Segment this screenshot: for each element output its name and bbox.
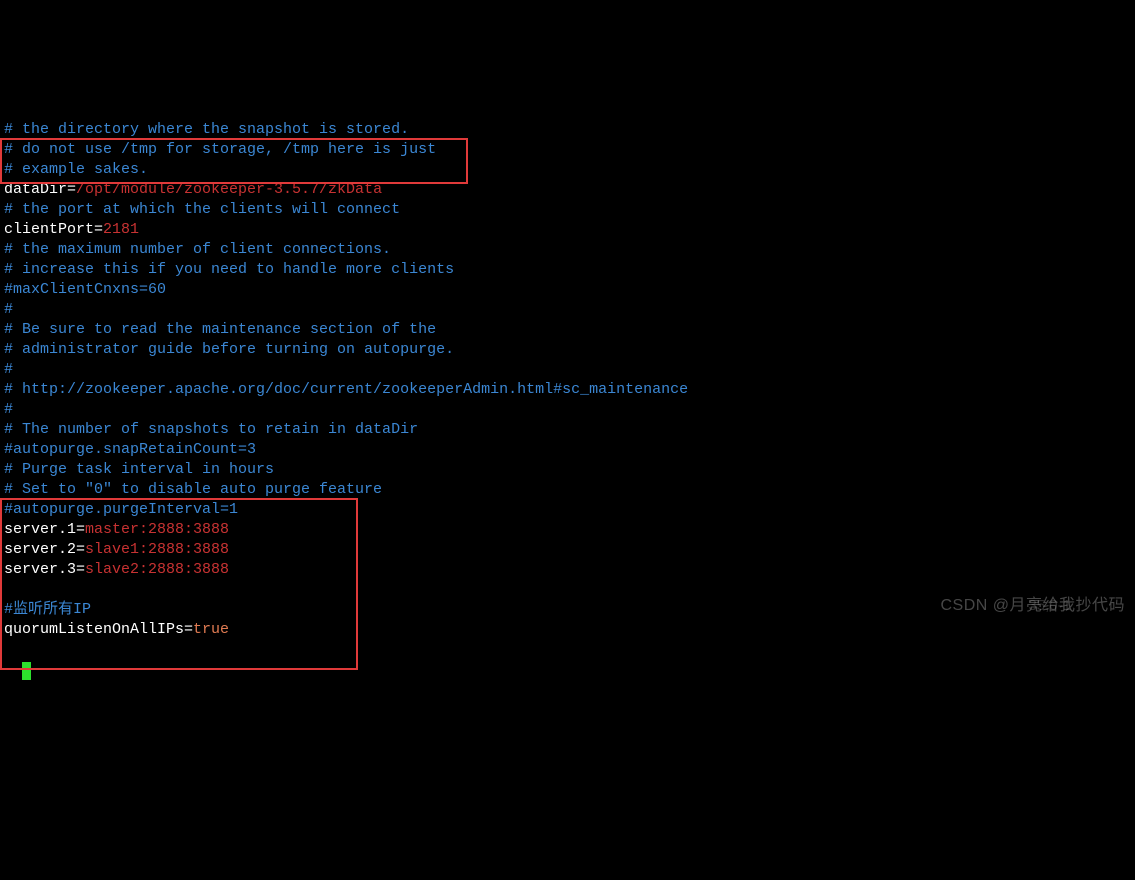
code-segment: slave2:2888:3888: [85, 561, 229, 578]
code-line: # the maximum number of client connectio…: [0, 240, 1135, 260]
code-segment: #maxClientCnxns=60: [4, 281, 166, 298]
code-segment: # example sakes.: [4, 161, 148, 178]
code-segment: #autopurge.purgeInterval=1: [4, 501, 238, 518]
code-segment: server.1=: [4, 521, 85, 538]
code-line: # The number of snapshots to retain in d…: [0, 420, 1135, 440]
code-segment: slave1:2888:3888: [85, 541, 229, 558]
code-segment: # The number of snapshots to retain in d…: [4, 421, 418, 438]
code-segment: IP: [73, 601, 91, 618]
code-segment: # do not use /tmp for storage, /tmp here…: [4, 141, 436, 158]
code-segment: # the directory where the snapshot is st…: [4, 121, 409, 138]
code-segment: dataDir=: [4, 181, 76, 198]
code-line: quorumListenOnAllIPs=true: [0, 620, 1135, 640]
code-segment: # Set to "0" to disable auto purge featu…: [4, 481, 382, 498]
code-line: # the directory where the snapshot is st…: [0, 120, 1135, 140]
code-line: #autopurge.purgeInterval=1: [0, 500, 1135, 520]
terminal-code-block: # the directory where the snapshot is st…: [0, 80, 1135, 720]
code-line: server.1=master:2888:3888: [0, 520, 1135, 540]
code-segment: # the port at which the clients will con…: [4, 201, 400, 218]
code-line: # Set to "0" to disable auto purge featu…: [0, 480, 1135, 500]
code-segment: # Purge task interval in hours: [4, 461, 274, 478]
code-line: #autopurge.snapRetainCount=3: [0, 440, 1135, 460]
code-segment: server.3=: [4, 561, 85, 578]
code-segment: /opt/module/zookeeper-3.5.7/zkData: [76, 181, 382, 198]
code-segment: 监听所有: [13, 601, 73, 618]
code-segment: #autopurge.snapRetainCount=3: [4, 441, 256, 458]
code-line: # do not use /tmp for storage, /tmp here…: [0, 140, 1135, 160]
code-line: # administrator guide before turning on …: [0, 340, 1135, 360]
code-segment: # administrator guide before turning on …: [4, 341, 454, 358]
code-segment: # Be sure to read the maintenance sectio…: [4, 321, 436, 338]
terminal-cursor: [22, 662, 31, 680]
code-line: # Purge task interval in hours: [0, 460, 1135, 480]
watermark: CSDN @月亮给我抄代码: [940, 596, 1125, 616]
code-segment: #: [4, 361, 13, 378]
code-line: # http://zookeeper.apache.org/doc/curren…: [0, 380, 1135, 400]
code-line: #: [0, 300, 1135, 320]
code-segment: # http://zookeeper.apache.org/doc/curren…: [4, 381, 688, 398]
code-segment: # increase this if you need to handle mo…: [4, 261, 454, 278]
code-line: dataDir=/opt/module/zookeeper-3.5.7/zkDa…: [0, 180, 1135, 200]
code-line: # example sakes.: [0, 160, 1135, 180]
code-segment: 2181: [103, 221, 139, 238]
code-segment: clientPort=: [4, 221, 103, 238]
code-line: #maxClientCnxns=60: [0, 280, 1135, 300]
code-segment: # the maximum number of client connectio…: [4, 241, 391, 258]
code-segment: master:2888:3888: [85, 521, 229, 538]
code-segment: quorumListenOnAllIPs=: [4, 621, 193, 638]
code-segment: #: [4, 401, 13, 418]
code-line: clientPort=2181: [0, 220, 1135, 240]
code-segment: server.2=: [4, 541, 85, 558]
code-line: #: [0, 400, 1135, 420]
code-line: # increase this if you need to handle mo…: [0, 260, 1135, 280]
code-segment: #: [4, 601, 13, 618]
code-lines: # the directory where the snapshot is st…: [0, 120, 1135, 640]
code-line: # Be sure to read the maintenance sectio…: [0, 320, 1135, 340]
code-line: # the port at which the clients will con…: [0, 200, 1135, 220]
code-line: #: [0, 360, 1135, 380]
code-line: server.2=slave1:2888:3888: [0, 540, 1135, 560]
code-line: server.3=slave2:2888:3888: [0, 560, 1135, 580]
code-segment: true: [193, 621, 229, 638]
code-segment: #: [4, 301, 13, 318]
